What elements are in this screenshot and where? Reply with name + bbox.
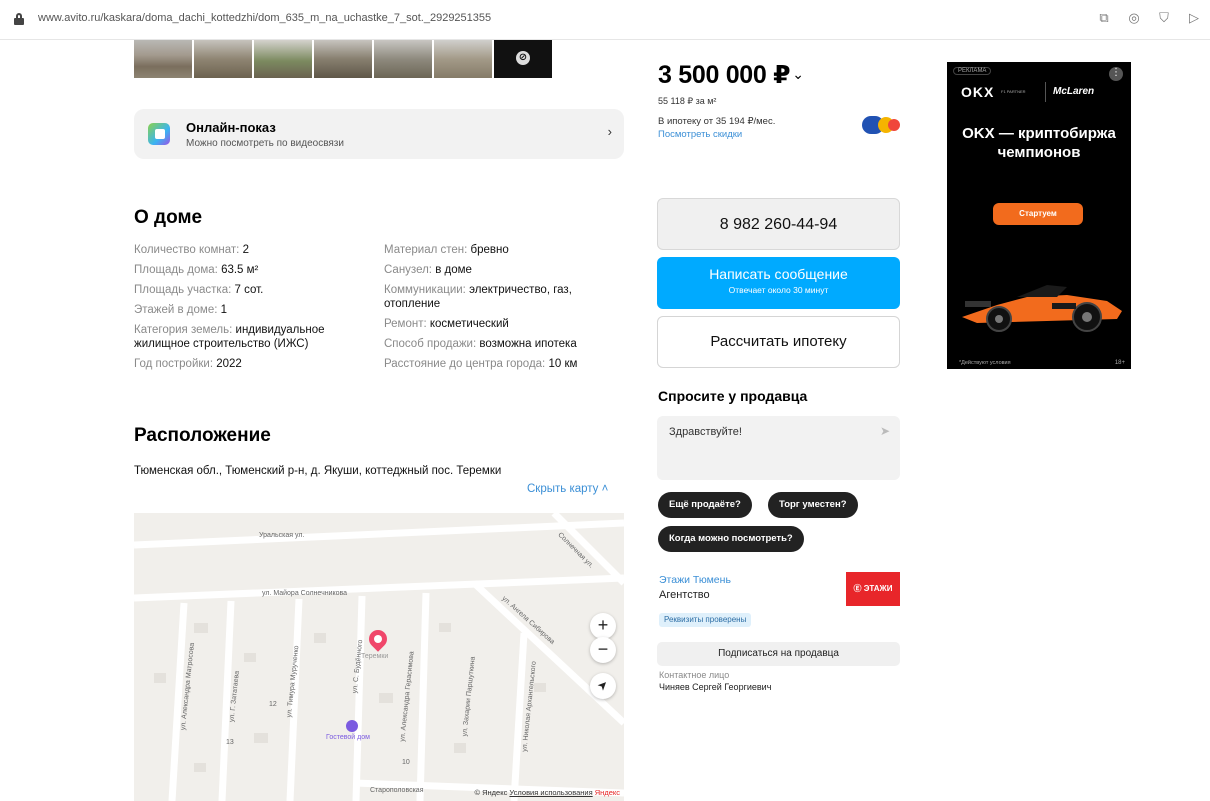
house-number: 13: [226, 739, 234, 746]
guest-house-icon[interactable]: [346, 720, 358, 732]
video-call-icon: [148, 123, 170, 145]
ad-cta-button[interactable]: Стартуем: [993, 203, 1083, 225]
ask-seller-heading: Спросите у продавца: [658, 388, 808, 404]
house-number: 12: [269, 701, 277, 708]
map[interactable]: Уральская ул. ул. Майора Солнечникова ул…: [134, 513, 624, 801]
param-row: Количество комнат: 2: [134, 244, 249, 256]
param-row: Площадь дома: 63.5 м²: [134, 264, 259, 276]
ad-headline: OKX — криптобиржа чемпионов: [962, 125, 1116, 161]
param-row: Коммуникации: электричество, газ, отопле…: [384, 284, 572, 310]
map-terms-link[interactable]: Условия использования: [509, 788, 592, 797]
more-photos-button[interactable]: ⊘: [494, 40, 552, 78]
param-row: Ремонт: косметический: [384, 318, 509, 330]
quick-question-chip[interactable]: Ещё продаёте?: [658, 492, 752, 518]
param-row: Площадь участка: 7 сот.: [134, 284, 264, 296]
param-row: Санузел: в доме: [384, 264, 472, 276]
price-per-m2: 55 118 ₽ за м²: [658, 96, 717, 106]
param-row: Категория земель: индивидуальное жилищно…: [134, 324, 325, 350]
param-row: Год постройки: 2022: [134, 358, 242, 370]
seller-name-link[interactable]: Этажи Тюмень: [659, 574, 731, 586]
zoom-in-button[interactable]: +: [590, 613, 616, 639]
photo-gallery: ⊘: [134, 40, 552, 78]
params-right: Материал стен: бревно Санузел: в доме Ко…: [384, 243, 614, 377]
photo-thumbnail[interactable]: [434, 40, 492, 78]
param-row: Этажей в доме: 1: [134, 304, 228, 316]
bank-logo-icon: [862, 116, 902, 134]
mortgage-text: В ипотеку от 35 194 ₽/мес.: [658, 116, 776, 127]
race-car-image: [962, 285, 1122, 332]
online-showing-card[interactable]: Онлайн-показ Можно посмотреть по видеосв…: [134, 109, 624, 159]
shield-icon[interactable]: ⛉: [1156, 10, 1172, 26]
browser-actions: ⧉ ◎ ⛉ ▷: [1096, 10, 1202, 26]
online-showing-subtitle: Можно посмотреть по видеосвязи: [186, 138, 344, 149]
address-text: Тюменская обл., Тюменский р-н, д. Якуши,…: [134, 465, 502, 477]
geolocation-button[interactable]: ➤: [590, 673, 616, 699]
photo-thumbnail[interactable]: [134, 40, 192, 78]
show-phone-button[interactable]: 8 982 260-44-94: [657, 198, 900, 250]
zoom-out-button[interactable]: −: [590, 637, 616, 663]
location-heading: Расположение: [134, 425, 271, 446]
locate-icon: ➤: [594, 676, 612, 694]
seller-type: Агентство: [659, 589, 710, 601]
quick-question-chip[interactable]: Торг уместен?: [768, 492, 858, 518]
yandex-logo: Яндекс: [594, 788, 620, 797]
photo-thumbnail[interactable]: [194, 40, 252, 78]
browser-address-bar[interactable]: www.avito.ru/kaskara/doma_dachi_kottedzh…: [0, 0, 1210, 40]
photo-thumbnail[interactable]: [374, 40, 432, 78]
contact-label: Контактное лицо: [659, 670, 730, 680]
param-row: Материал стен: бревно: [384, 244, 509, 256]
more-options-icon[interactable]: ⋮: [1109, 67, 1123, 81]
mortgage-calc-button[interactable]: Рассчитать ипотеку: [657, 316, 900, 368]
discounts-link[interactable]: Посмотреть скидки: [658, 129, 742, 140]
hide-map-link[interactable]: Скрыть карту ˄: [527, 483, 608, 495]
street-label: Старополовская: [370, 787, 424, 794]
contact-name: Чиняев Сергей Георгиевич: [659, 682, 772, 692]
map-footer: © Яндекс Условия использования Яндекс: [474, 788, 621, 797]
lock-icon: [14, 13, 24, 25]
pin-label: Теремки: [361, 653, 389, 660]
price-value[interactable]: 3 500 000 ₽ ⌄: [658, 60, 804, 90]
ad-label: РЕКЛАМА: [953, 67, 992, 75]
ad-logos: OKX F1 PARTNER McLaren: [961, 82, 1125, 102]
quick-question-chip[interactable]: Когда можно посмотреть?: [658, 526, 804, 552]
camera-icon[interactable]: ◎: [1126, 10, 1142, 26]
chevron-right-icon: ›: [607, 124, 612, 139]
more-icon: ⊘: [516, 51, 530, 65]
photo-thumbnail[interactable]: [314, 40, 372, 78]
send-icon[interactable]: ▷: [1186, 10, 1202, 26]
verified-badge: Реквизиты проверены: [659, 613, 752, 627]
poi-label: Гостевой дом: [326, 734, 370, 741]
street-label: Уральская ул.: [259, 532, 305, 539]
house-number: 10: [402, 759, 410, 766]
online-showing-title: Онлайн-показ: [186, 120, 276, 135]
send-icon[interactable]: ➤: [880, 424, 890, 438]
chevron-down-icon[interactable]: ⌄: [792, 66, 804, 82]
agency-logo[interactable]: Ⓔ ЭТАЖИ: [846, 572, 900, 606]
url-text[interactable]: www.avito.ru/kaskara/doma_dachi_kottedzh…: [38, 12, 491, 24]
param-row: Расстояние до центра города: 10 км: [384, 358, 578, 370]
okx-logo-sub: F1 PARTNER: [1001, 89, 1026, 94]
street-label: ул. Майора Солнечникова: [262, 590, 348, 597]
photo-thumbnail[interactable]: [254, 40, 312, 78]
okx-logo: OKX: [961, 84, 995, 100]
param-row: Способ продажи: возможна ипотека: [384, 338, 577, 350]
send-message-label: Написать сообщение: [709, 266, 848, 282]
ask-seller-text[interactable]: Здравствуйте!: [669, 426, 742, 438]
about-house-heading: О доме: [134, 207, 203, 228]
subscribe-button[interactable]: Подписаться на продавца: [657, 642, 900, 666]
params-left: Количество комнат: 2 Площадь дома: 63.5 …: [134, 243, 366, 377]
response-time: Отвечает около 30 минут: [728, 285, 829, 295]
mclaren-logo: McLaren: [1053, 86, 1095, 97]
age-rating: 18+: [1114, 360, 1125, 366]
share-icon[interactable]: ⧉: [1096, 10, 1112, 26]
ad-banner[interactable]: РЕКЛАМА ⋮ OKX F1 PARTNER McLaren OKX — к…: [947, 62, 1131, 369]
ask-seller-input[interactable]: Здравствуйте! ➤: [657, 416, 900, 480]
send-message-button[interactable]: Написать сообщение Отвечает около 30 мин…: [657, 257, 900, 309]
ad-disclaimer: *Действуют условия: [959, 360, 1011, 366]
